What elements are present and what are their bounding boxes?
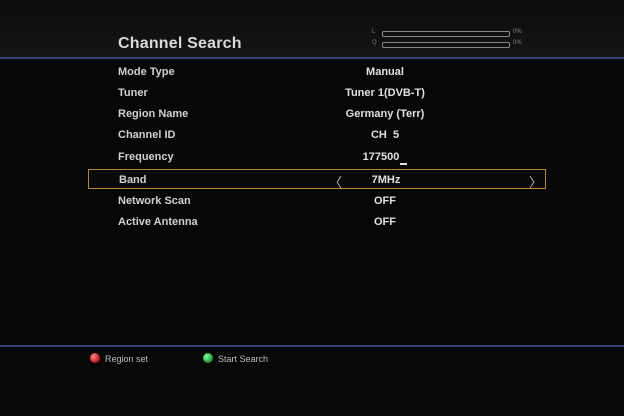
setting-value: CH 5	[370, 129, 400, 141]
signal-level-label: L	[372, 29, 376, 35]
setting-value: OFF	[374, 216, 396, 228]
signal-level-percent: 0%	[513, 29, 522, 35]
setting-row-tuner[interactable]: Tuner Tuner 1(DVB-T)	[88, 83, 546, 103]
chevron-right-icon[interactable]: 〉	[529, 172, 542, 191]
setting-row-region-name[interactable]: Region Name Germany (Terr)	[88, 104, 546, 124]
setting-value: Tuner 1(DVB-T)	[345, 87, 425, 99]
signal-quality-bar	[382, 42, 510, 48]
setting-label: Channel ID	[118, 129, 176, 141]
setting-row-active-antenna[interactable]: Active Antenna OFF	[88, 212, 546, 232]
page-title: Channel Search	[118, 35, 242, 52]
signal-level-bar	[382, 31, 510, 37]
setting-label: Mode Type	[118, 66, 175, 78]
setting-value: OFF	[374, 195, 396, 207]
edit-cursor	[400, 151, 408, 165]
setting-label: Region Name	[118, 108, 189, 120]
setting-row-channel-id[interactable]: Channel ID CH 5	[88, 125, 546, 145]
setting-label: Band	[119, 174, 147, 186]
setting-row-band[interactable]: Band 〈 7MHz 〉	[88, 169, 546, 191]
setting-value: Germany (Terr)	[345, 108, 425, 120]
setting-label: Active Antenna	[118, 216, 198, 228]
setting-label: Frequency	[118, 151, 174, 163]
tv-screen: Channel Search L 0% Q 0% Mode Type Manua…	[0, 0, 624, 416]
red-key-label: Region set	[105, 354, 149, 364]
signal-quality-label: Q	[372, 40, 377, 46]
signal-level-meter: L 0%	[372, 29, 532, 38]
setting-row-frequency[interactable]: Frequency 177500	[88, 147, 546, 167]
header-band	[0, 0, 624, 58]
setting-value: 7MHz	[371, 174, 401, 186]
green-button-icon	[203, 353, 213, 363]
setting-row-network-scan[interactable]: Network Scan OFF	[88, 191, 546, 211]
signal-quality-meter: Q 0%	[372, 40, 532, 49]
setting-label: Network Scan	[118, 195, 191, 207]
setting-value: Manual	[366, 66, 404, 78]
setting-value-wrap: 177500	[280, 151, 490, 165]
signal-quality-percent: 0%	[513, 40, 522, 46]
green-key-label: Start Search	[218, 354, 269, 364]
red-button-icon	[90, 353, 100, 363]
setting-row-mode-type[interactable]: Mode Type Manual	[88, 62, 546, 82]
setting-value: 177500	[362, 151, 400, 163]
header-divider	[0, 57, 624, 59]
setting-label: Tuner	[118, 87, 148, 99]
